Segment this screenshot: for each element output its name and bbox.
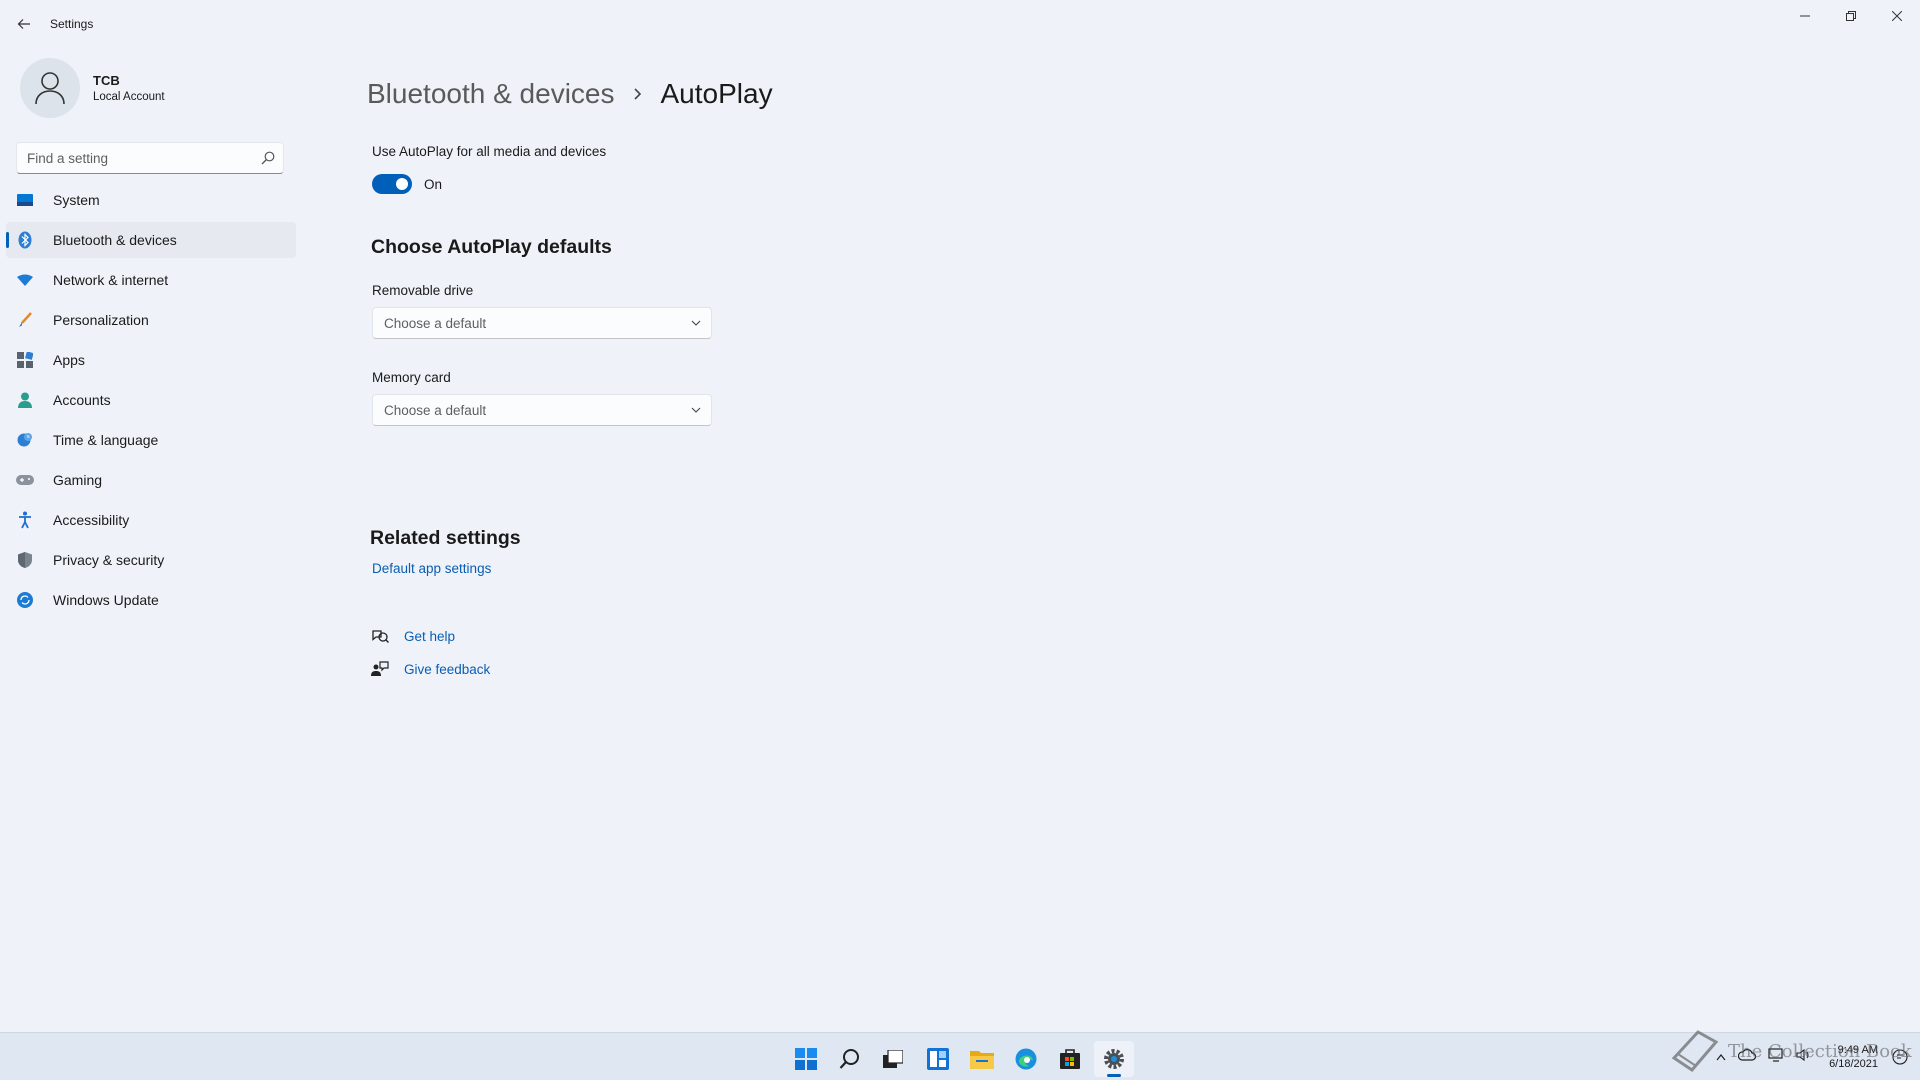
give-feedback-link[interactable]: Give feedback xyxy=(404,662,490,677)
sidebar-item-label: Accounts xyxy=(53,392,111,408)
sidebar-item-label: Apps xyxy=(53,352,85,368)
breadcrumb: Bluetooth & devices AutoPlay xyxy=(367,78,773,110)
file-explorer-button[interactable] xyxy=(962,1041,1002,1077)
sidebar-item-windows-update[interactable]: Windows Update xyxy=(6,582,296,618)
profile-name: TCB xyxy=(93,73,120,88)
toggle-knob xyxy=(396,178,408,190)
user-profile[interactable]: TCB Local Account xyxy=(20,56,165,120)
update-icon xyxy=(16,591,34,609)
sidebar-item-bluetooth[interactable]: Bluetooth & devices xyxy=(6,222,296,258)
title-bar: Settings xyxy=(0,0,1920,48)
settings-search[interactable] xyxy=(16,142,284,174)
watermark-text: The Collection Book xyxy=(1728,1040,1912,1062)
get-help-row[interactable]: Get help xyxy=(371,627,455,645)
removable-drive-value: Choose a default xyxy=(384,315,487,331)
shield-icon xyxy=(16,551,34,569)
minimize-icon xyxy=(1800,15,1810,17)
sidebar-item-label: Personalization xyxy=(53,312,149,328)
bluetooth-icon xyxy=(16,231,34,249)
sidebar-item-label: Time & language xyxy=(53,432,159,448)
chevron-down-icon xyxy=(691,320,701,326)
brush-icon xyxy=(16,311,34,329)
close-button[interactable] xyxy=(1874,0,1920,32)
profile-account-type: Local Account xyxy=(93,91,165,103)
toggle-state-text: On xyxy=(424,177,443,192)
avatar xyxy=(20,58,80,118)
gamepad-icon xyxy=(16,471,34,489)
memory-card-dropdown[interactable]: Choose a default xyxy=(372,394,712,426)
search-icon xyxy=(839,1049,859,1069)
taskbar: 9:49 AM 6/18/2021 xyxy=(0,1032,1920,1080)
settings-taskbar-button[interactable] xyxy=(1094,1041,1134,1077)
sidebar-nav: System Bluetooth & devices Network & int… xyxy=(6,182,296,622)
get-help-link[interactable]: Get help xyxy=(404,629,455,644)
sidebar-item-label: Privacy & security xyxy=(53,552,165,568)
back-arrow-icon xyxy=(17,19,30,29)
task-view-icon xyxy=(883,1050,903,1068)
store-icon xyxy=(1060,1049,1080,1069)
person-icon xyxy=(35,72,65,105)
widgets-icon xyxy=(927,1048,949,1070)
chevron-right-icon xyxy=(633,87,643,101)
autoplay-toggle[interactable] xyxy=(372,174,412,194)
sidebar-item-gaming[interactable]: Gaming xyxy=(6,462,296,498)
monitor-icon xyxy=(16,191,34,209)
app-title: Settings xyxy=(50,17,94,31)
search-input[interactable] xyxy=(17,143,247,173)
active-app-indicator xyxy=(1107,1074,1121,1077)
help-chat-icon xyxy=(371,627,389,645)
sidebar-item-accessibility[interactable]: Accessibility xyxy=(6,502,296,538)
sidebar-item-privacy[interactable]: Privacy & security xyxy=(6,542,296,578)
start-button[interactable] xyxy=(786,1041,826,1077)
sidebar-item-time-language[interactable]: Time & language xyxy=(6,422,296,458)
removable-drive-dropdown[interactable]: Choose a default xyxy=(372,307,712,339)
give-feedback-row[interactable]: Give feedback xyxy=(371,660,490,678)
breadcrumb-parent[interactable]: Bluetooth & devices xyxy=(367,78,615,110)
feedback-icon xyxy=(371,660,389,678)
store-button[interactable] xyxy=(1050,1041,1090,1077)
removable-drive-label: Removable drive xyxy=(372,283,474,298)
settings-icon xyxy=(1104,1049,1124,1069)
autoplay-toggle-label: Use AutoPlay for all media and devices xyxy=(372,144,607,159)
accessibility-icon xyxy=(16,511,34,529)
search-icon[interactable] xyxy=(261,151,275,165)
back-button[interactable] xyxy=(12,12,36,36)
person-icon xyxy=(16,391,34,409)
apps-icon xyxy=(16,351,34,369)
restore-button[interactable] xyxy=(1828,0,1874,32)
section-title-defaults: Choose AutoPlay defaults xyxy=(371,236,612,258)
minimize-button[interactable] xyxy=(1782,0,1828,32)
sidebar-item-system[interactable]: System xyxy=(6,182,296,218)
widgets-button[interactable] xyxy=(918,1041,958,1077)
edge-button[interactable] xyxy=(1006,1041,1046,1077)
page-title: AutoPlay xyxy=(660,78,773,109)
sidebar-item-apps[interactable]: Apps xyxy=(6,342,296,378)
sidebar-item-label: Windows Update xyxy=(53,592,159,608)
file-explorer-icon xyxy=(970,1051,994,1069)
watermark: The Collection Book xyxy=(1668,1028,1912,1074)
sidebar-item-label: Accessibility xyxy=(53,512,130,528)
sidebar-item-network[interactable]: Network & internet xyxy=(6,262,296,298)
taskbar-search-button[interactable] xyxy=(830,1041,870,1077)
sidebar-item-personalization[interactable]: Personalization xyxy=(6,302,296,338)
default-app-settings-link[interactable]: Default app settings xyxy=(372,561,491,576)
memory-card-label: Memory card xyxy=(372,370,451,385)
start-icon xyxy=(795,1048,817,1070)
sidebar-item-accounts[interactable]: Accounts xyxy=(6,382,296,418)
chevron-down-icon xyxy=(691,407,701,413)
sidebar-item-label: Bluetooth & devices xyxy=(53,232,177,248)
memory-card-value: Choose a default xyxy=(384,402,487,418)
section-title-related: Related settings xyxy=(370,527,521,549)
globe-clock-icon xyxy=(16,431,34,449)
restore-icon xyxy=(1846,11,1856,21)
sidebar-item-label: Network & internet xyxy=(53,272,169,288)
sidebar-item-label: System xyxy=(53,192,100,208)
sidebar-item-label: Gaming xyxy=(53,472,103,488)
edge-icon xyxy=(1015,1048,1037,1070)
wifi-icon xyxy=(16,271,34,289)
close-icon xyxy=(1892,11,1902,21)
book-logo-icon xyxy=(1671,1030,1719,1072)
task-view-button[interactable] xyxy=(873,1041,913,1077)
